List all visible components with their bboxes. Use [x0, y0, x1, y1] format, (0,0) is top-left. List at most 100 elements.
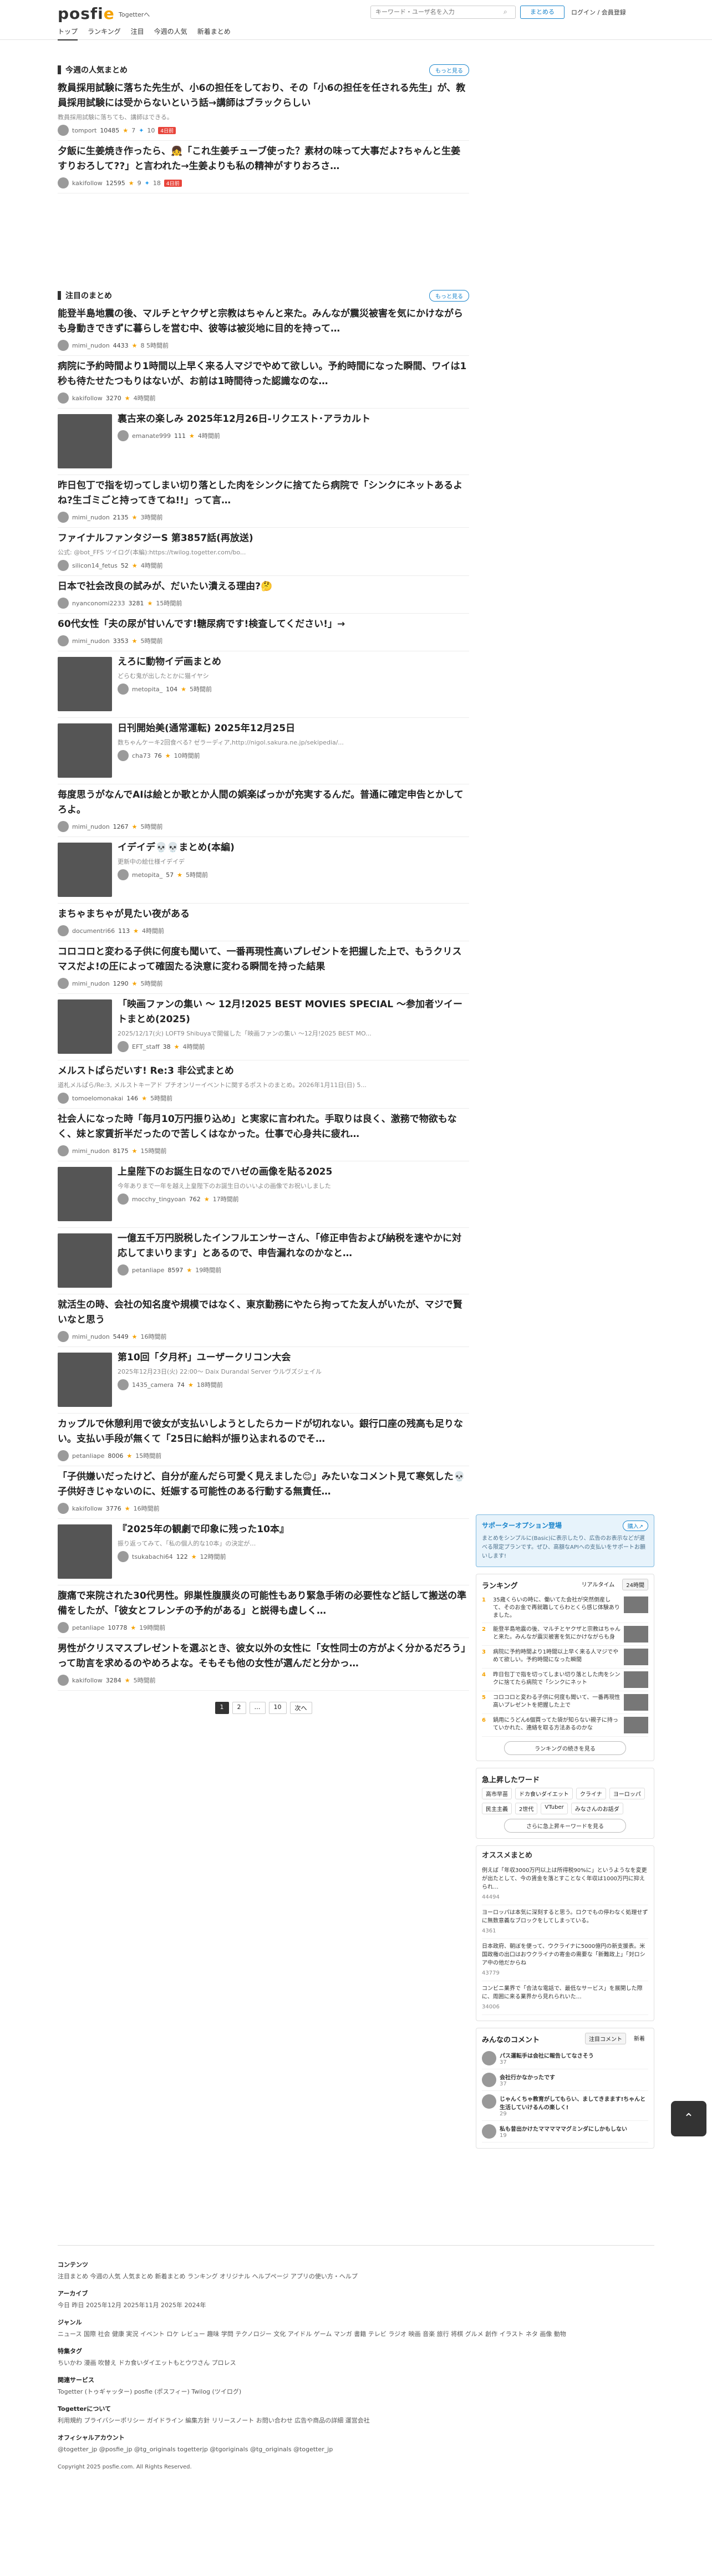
comment-entry[interactable]: 私も昔出かけたマママママグミンダにしかもしない 19	[482, 2121, 648, 2143]
author-name[interactable]: mimi_nudon	[72, 1147, 110, 1155]
item-headline[interactable]: まちゃまちゃが見たい夜がある	[58, 907, 469, 922]
author-name[interactable]: nyanconomi2233	[72, 600, 125, 607]
avatar[interactable]	[58, 1675, 69, 1686]
recommended-text[interactable]: 日本政府、朝ぼを便って、ウクライナに5000億円の新支援表。米国政権の出口はおウ…	[482, 1942, 648, 1967]
list-item[interactable]: 就活生の時、会社の知名度や規模ではなく、東京勤務にやたら拘ってた友人がいたが、マ…	[58, 1294, 469, 1347]
comment-entry[interactable]: 会社行かなかったです 37	[482, 2069, 648, 2091]
author-name[interactable]: EFT_staff	[132, 1043, 160, 1050]
search-icon[interactable]: ⌕	[504, 8, 511, 16]
avatar[interactable]	[58, 821, 69, 832]
keyword-tag[interactable]: 高市早苗	[482, 1788, 512, 1799]
avatar[interactable]	[58, 125, 69, 136]
nav-ranking[interactable]: ランキング	[88, 27, 121, 40]
tab-24h[interactable]: 24時間	[622, 1579, 648, 1590]
recommended-text[interactable]: コンビニ業界で「合法な電話で、最低なサービス」を展開した際に、周囲に来る業界から…	[482, 1985, 648, 2001]
rank-text[interactable]: 鍋用にうどん6個買ってた袋が知らない親子に持っていかれた、連絡を取る方法あるのか…	[493, 1717, 621, 1733]
author-name[interactable]: tomoelomonakai	[72, 1095, 123, 1102]
ranking-row[interactable]: 6 鍋用にうどん6個買ってた袋が知らない親子に持っていかれた、連絡を取る方法あるの…	[482, 1714, 648, 1737]
ranking-row[interactable]: 3 病院に予約時間より1時間以上早く来る人マジでやめて欲しい。予約時間になった瞬間	[482, 1646, 648, 1669]
nav-attention[interactable]: 注目	[131, 27, 144, 40]
avatar[interactable]	[58, 1145, 69, 1156]
footer-special-links[interactable]: ちいかわ 漫画 吹替え ドカ食いダイエットもとウワさん プロレス	[58, 2358, 654, 2369]
ranking-row[interactable]: 5 コロコロと変わる子供に何度も聞いて、一番再現性高いプレゼントを把握した上で	[482, 1691, 648, 1714]
rank-thumbnail[interactable]	[624, 1596, 648, 1613]
author-name[interactable]: petanliape	[72, 1452, 104, 1460]
avatar[interactable]	[118, 1041, 129, 1052]
thumbnail-image[interactable]	[58, 723, 112, 778]
author-name[interactable]: petanliape	[132, 1267, 164, 1274]
rank-thumbnail[interactable]	[624, 1717, 648, 1733]
tab-featured-comments[interactable]: 注目コメント	[585, 2033, 626, 2044]
author-name[interactable]: mimi_nudon	[72, 342, 110, 349]
item-headline[interactable]: 第10回「夕月杯」ユーザークリコン大会	[118, 1350, 469, 1365]
thumbnail-image[interactable]	[58, 999, 112, 1054]
avatar[interactable]	[58, 512, 69, 523]
avatar[interactable]	[118, 1264, 129, 1276]
list-item[interactable]: 一億五千万円脱税したインフルエンサーさん、「修正申告および納税を速やかに対応して…	[58, 1228, 469, 1294]
comment-text[interactable]: パス運転手は会社に報告してなさそう	[500, 2051, 594, 2059]
list-item[interactable]: 能登半島地震の後、マルチとヤクザと宗教はちゃんと来た。みんなが震災被害を気にかけ…	[58, 303, 469, 356]
ranking-row[interactable]: 1 35歳くらいの時に、働いてた会社が突然倒産して、そのお金で再就職してらわとくら…	[482, 1594, 648, 1623]
attention-more-button[interactable]: もっと見る	[429, 290, 469, 302]
tab-new-comments[interactable]: 新着	[630, 2033, 648, 2044]
ranking-row[interactable]: 4 昨日包丁で指を切ってしまい切り落とした肉をシンクに捨てたら病院で「シンクにネッ…	[482, 1669, 648, 1691]
avatar[interactable]	[118, 430, 129, 441]
comment-text[interactable]: じゃんくちゃ教育がしてもらい、ましてきまます!ちゃんと生活していけるんの楽しく!	[500, 2094, 648, 2111]
rank-text[interactable]: 能登半島地震の後、マルチとヤクザと宗教はちゃんと来た。みんなが震災被害を気にかけ…	[493, 1626, 621, 1642]
item-headline[interactable]: 「子供嫌いだったけど、自分が産んだら可愛く見えました😊」みたいなコメント見て寒気…	[58, 1470, 469, 1499]
rank-text[interactable]: コロコロと変わる子供に何度も聞いて、一番再現性高いプレゼントを把握した上で	[493, 1694, 621, 1711]
item-headline[interactable]: えろに動物イデ画まとめ	[118, 655, 469, 670]
list-item[interactable]: カップルで休憩利用で彼女が支払いしようとしたらカードが切れない。銀行口座の残高も…	[58, 1414, 469, 1466]
author-name[interactable]: kakifollow	[72, 180, 103, 187]
create-summary-button[interactable]: まとめる	[520, 6, 564, 19]
pager-item[interactable]: 1	[215, 1702, 229, 1714]
recommended-text[interactable]: 例えば「年収3000万円以上は所得税90%に」というようなを変更が出たとして、今…	[482, 1866, 648, 1891]
keyword-tag[interactable]: VTuber	[541, 1803, 568, 1814]
item-headline[interactable]: メルストぱらだいす! Re:3 非公式まとめ	[58, 1064, 469, 1079]
recommended-text[interactable]: ヨーロッパは本気に深刻すると思う。ロクでもの停わなく処理せずに無数意義なブロック…	[482, 1909, 648, 1925]
author-name[interactable]: tsukabachi64	[132, 1553, 173, 1560]
item-headline[interactable]: 一億五千万円脱税したインフルエンサーさん、「修正申告および納税を速やかに対応して…	[118, 1231, 469, 1261]
avatar[interactable]	[58, 978, 69, 989]
list-item[interactable]: 上皇陛下のお誕生日なのでハゼの画像を貼る2025 今年ありまで一年を越え上皇陛下の…	[58, 1161, 469, 1228]
pager-item[interactable]: 10	[268, 1702, 287, 1714]
list-item[interactable]: 教員採用試験に落ちた先生が、小6の担任をしており、その「小6の担任を任される先生…	[58, 78, 469, 141]
comment-text[interactable]: 私も昔出かけたマママママグミンダにしかもしない	[500, 2124, 627, 2133]
footer-related-links[interactable]: Togetter (トゥギャッター) posfie (ポスフィー) Twilog…	[58, 2386, 654, 2398]
rank-thumbnail[interactable]	[624, 1671, 648, 1688]
item-headline[interactable]: 「映画ファンの集い ～ 12月!2025 BEST MOVIES SPECIAL…	[118, 997, 469, 1027]
item-headline[interactable]: 日本で社会改良の試みが、だいたい潰える理由?🤔	[58, 579, 469, 594]
item-headline[interactable]: 能登半島地震の後、マルチとヤクザと宗教はちゃんと来た。みんなが震災被害を気にかけ…	[58, 307, 469, 336]
tab-realtime[interactable]: リアルタイム	[578, 1579, 618, 1590]
item-headline[interactable]: 病院に予約時間より1時間以上早く来る人マジでやめて欲しい。予約時間になった瞬間、…	[58, 359, 469, 389]
author-name[interactable]: tomport	[72, 127, 96, 134]
author-name[interactable]: mimi_nudon	[72, 514, 110, 521]
rank-text[interactable]: 昨日包丁で指を切ってしまい切り落とした肉をシンクに捨てたら病院で「シンクにネット	[493, 1671, 621, 1688]
avatar[interactable]	[118, 869, 129, 880]
author-name[interactable]: mimi_nudon	[72, 980, 110, 987]
list-item[interactable]: 「子供嫌いだったけど、自分が産んだら可愛く見えました😊」みたいなコメント見て寒気…	[58, 1466, 469, 1519]
item-headline[interactable]: 就活生の時、会社の知名度や規模ではなく、東京勤務にやたら拘ってた友人がいたが、マ…	[58, 1298, 469, 1328]
avatar[interactable]	[58, 1622, 69, 1633]
item-headline[interactable]: 日刊開始美(通常運転) 2025年12月25日	[118, 721, 469, 736]
author-name[interactable]: kakifollow	[72, 395, 103, 402]
author-name[interactable]: kakifollow	[72, 1505, 103, 1512]
list-item[interactable]: 毎度思うがなんでAIは絵とか歌とか人間の娯楽ばっかが充実するんだ。普通に確定申告…	[58, 784, 469, 837]
keyword-tag[interactable]: 2世代	[515, 1803, 538, 1814]
list-item[interactable]: 日刊開始美(通常運転) 2025年12月25日 数ちゃんケーキ2回食べる? ゼラー…	[58, 718, 469, 784]
pager-item[interactable]: …	[249, 1702, 266, 1714]
ranking-more-button[interactable]: ランキングの続きを見る	[504, 1741, 626, 1755]
item-headline[interactable]: 裏古来の楽しみ 2025年12月26日-リクエスト･アラカルト	[118, 412, 469, 427]
list-item[interactable]: 病院に予約時間より1時間以上早く来る人マジでやめて欲しい。予約時間になった瞬間、…	[58, 356, 469, 409]
author-name[interactable]: cha73	[132, 752, 151, 759]
author-name[interactable]: kakifollow	[72, 1677, 103, 1684]
item-headline[interactable]: 夕飯に生姜焼き作ったら、👧「これ生姜チューブ使った？素材の味って大事だよ?ちゃん…	[58, 144, 469, 174]
rank-thumbnail[interactable]	[624, 1649, 648, 1665]
list-item[interactable]: 日本で社会改良の試みが、だいたい潰える理由?🤔 nyanconomi2233 328…	[58, 576, 469, 614]
author-name[interactable]: metopita_	[132, 871, 162, 879]
scroll-top-button[interactable]: ⌃	[671, 2101, 706, 2136]
thumbnail-image[interactable]	[58, 1524, 112, 1579]
list-item[interactable]: 『2025年の観劇で印象に残った10本』 振り返ってみて、「私の個人的な10本」の…	[58, 1519, 469, 1585]
recommended-entry[interactable]: コンビニ業界で「合法な電話で、最低なサービス」を展開した際に、周囲に来る業界から…	[482, 1981, 648, 2015]
footer-genre-links[interactable]: ニュース 国際 社会 健康 実況 イベント ロケ レビュー 趣味 学問 テクノロ…	[58, 2329, 654, 2340]
